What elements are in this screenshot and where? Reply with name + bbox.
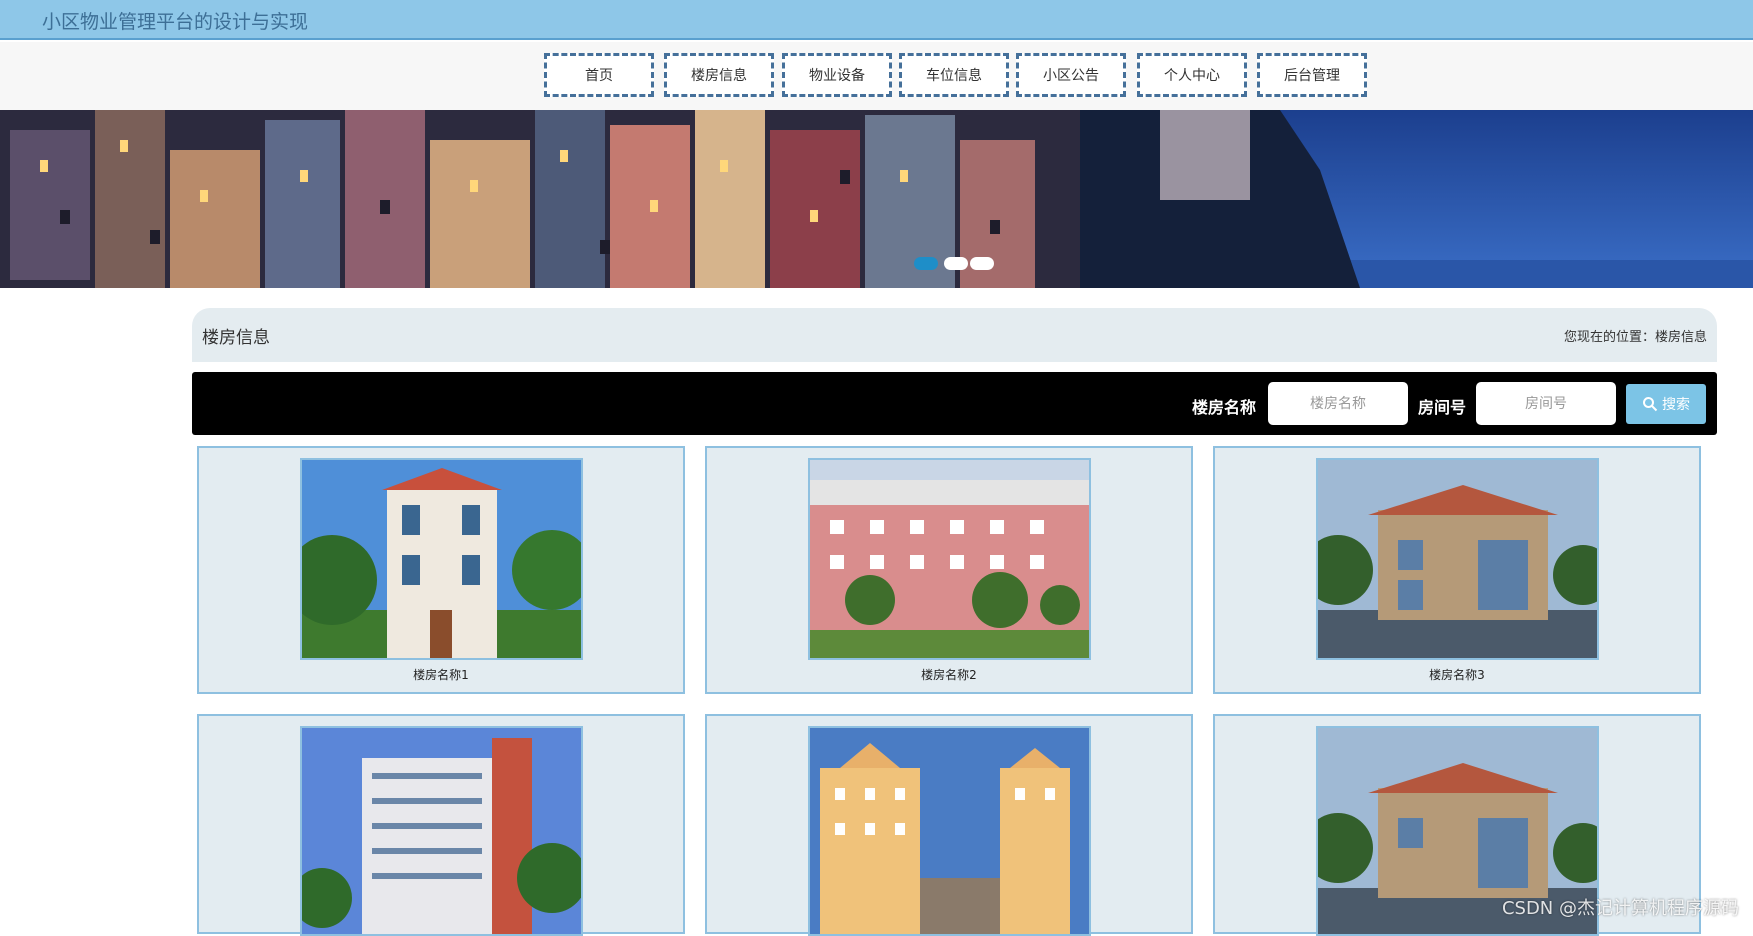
nav-equipment[interactable]: 物业设备 [782, 53, 892, 97]
nav-personal-center[interactable]: 个人中心 [1137, 53, 1247, 97]
building-name: 楼房名称2 [707, 666, 1191, 683]
room-number-label: 房间号 [1418, 394, 1466, 418]
building-card[interactable]: 楼房名称3 [1213, 446, 1701, 694]
nav-announcements[interactable]: 小区公告 [1016, 53, 1126, 97]
top-header-bar: 小区物业管理平台的设计与实现 [0, 0, 1753, 40]
page-title: 楼房信息 [202, 323, 270, 348]
site-title: 小区物业管理平台的设计与实现 [42, 7, 308, 34]
breadcrumb: 您现在的位置：楼房信息 [1564, 326, 1707, 345]
search-button[interactable]: 搜索 [1626, 384, 1706, 424]
search-button-label: 搜索 [1662, 394, 1690, 414]
building-name: 楼房名称3 [1215, 666, 1699, 683]
building-image [1316, 458, 1599, 660]
carousel-dot-2[interactable] [944, 257, 968, 270]
nav-buildings[interactable]: 楼房信息 [664, 53, 774, 97]
banner-image [0, 110, 1753, 288]
building-card[interactable] [197, 714, 685, 934]
carousel-dot-3[interactable] [970, 257, 994, 270]
building-card[interactable]: 楼房名称1 [197, 446, 685, 694]
building-name-label: 楼房名称 [1192, 394, 1256, 418]
building-card[interactable] [705, 714, 1193, 934]
carousel-dot-1[interactable] [914, 257, 938, 270]
room-number-input[interactable] [1476, 382, 1616, 425]
building-image [808, 458, 1091, 660]
building-image [808, 726, 1091, 936]
watermark: CSDN @杰记计算机程序源码 [1502, 894, 1739, 920]
nav-admin[interactable]: 后台管理 [1257, 53, 1367, 97]
nav-parking[interactable]: 车位信息 [899, 53, 1009, 97]
building-card[interactable]: 楼房名称2 [705, 446, 1193, 694]
building-image [300, 726, 583, 936]
banner-carousel[interactable] [0, 110, 1753, 288]
building-image [300, 458, 583, 660]
main-navigation: 首页 楼房信息 物业设备 车位信息 小区公告 个人中心 后台管理 [0, 42, 1753, 110]
building-name: 楼房名称1 [199, 666, 683, 683]
nav-home[interactable]: 首页 [544, 53, 654, 97]
building-name-input[interactable] [1268, 382, 1408, 425]
search-icon [1642, 396, 1658, 412]
section-header: 楼房信息 您现在的位置：楼房信息 [192, 308, 1717, 362]
search-bar: 楼房名称 房间号 搜索 [192, 372, 1717, 435]
